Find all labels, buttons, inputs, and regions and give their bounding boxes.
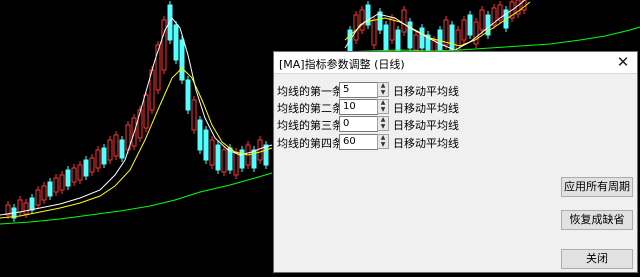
candle-body <box>71 167 77 183</box>
param-label: 均线的第一条 <box>277 85 343 98</box>
candle-body <box>257 139 263 161</box>
spin-down-icon[interactable]: ▼ <box>378 142 388 148</box>
candle-body <box>83 159 89 177</box>
param-unit: 日移动平均线 <box>393 85 459 98</box>
apply-all-periods-button[interactable]: 应用所有周期 <box>561 177 633 197</box>
candle-body <box>143 94 149 129</box>
param-label: 均线的第二条 <box>277 102 343 115</box>
candle-body <box>389 17 395 41</box>
candle-body <box>419 27 425 49</box>
ma-parameter-dialog: [MA]指标参数调整 (日线) ✕ 均线的第一条 5 ▲ ▼ 日移动平均线 均线… <box>273 51 638 273</box>
spin-down-icon[interactable]: ▼ <box>378 107 388 113</box>
candle-body <box>101 147 107 165</box>
candle-body <box>455 29 461 51</box>
candle-body <box>449 24 455 51</box>
candle-body <box>479 9 485 31</box>
candle-body <box>473 21 479 45</box>
ma4-spinner[interactable]: ▲ ▼ <box>377 134 389 149</box>
candle-body <box>233 151 239 176</box>
ma1-period-input[interactable]: 5 <box>339 82 378 98</box>
candle-body <box>167 4 173 41</box>
candle-body <box>17 199 23 213</box>
candle-body <box>461 19 467 41</box>
candle-body <box>179 39 185 81</box>
restore-default-button[interactable]: 恢复成缺省 <box>561 210 633 230</box>
ma5-line <box>0 17 273 216</box>
param-unit: 日移动平均线 <box>393 137 459 150</box>
ma60-line <box>0 172 273 225</box>
candle-body <box>95 149 101 169</box>
candle-body <box>203 129 209 161</box>
candle-body <box>173 24 179 61</box>
ma3-spinner[interactable]: ▲ ▼ <box>377 116 389 131</box>
candle-body <box>413 34 419 51</box>
candle-body <box>47 181 53 197</box>
candle-body <box>383 24 389 51</box>
param-unit: 日移动平均线 <box>393 119 459 132</box>
candle-body <box>467 14 473 36</box>
candle-body <box>35 189 41 206</box>
candle-body <box>161 19 167 71</box>
ma2-period-input[interactable]: 10 <box>339 99 378 115</box>
candle-body <box>185 79 191 111</box>
candle-body <box>215 144 221 171</box>
spin-down-icon[interactable]: ▼ <box>378 90 388 96</box>
param-label: 均线的第三条 <box>277 119 343 132</box>
candle-body <box>41 185 47 201</box>
ma2-spinner[interactable]: ▲ ▼ <box>377 99 389 114</box>
candle-body <box>113 134 119 157</box>
ma1-spinner[interactable]: ▲ ▼ <box>377 82 389 97</box>
candle-body <box>407 21 413 49</box>
candle-body <box>119 139 125 159</box>
candle-body <box>263 144 269 166</box>
ma4-period-input[interactable]: 60 <box>339 134 378 150</box>
close-button[interactable]: 关闭 <box>561 249 633 269</box>
candle-body <box>221 149 227 173</box>
dialog-title: [MA]指标参数调整 (日线) <box>279 58 405 71</box>
ma3-period-input[interactable]: 0 <box>339 116 378 132</box>
candle-body <box>353 14 359 41</box>
candle-body <box>239 149 245 169</box>
param-unit: 日移动平均线 <box>393 102 459 115</box>
candle-body <box>209 139 215 166</box>
close-icon[interactable]: ✕ <box>615 54 631 70</box>
dialog-titlebar: [MA]指标参数调整 (日线) ✕ <box>274 52 637 74</box>
candle-body <box>23 202 29 215</box>
candle-body <box>359 9 365 31</box>
candle-body <box>77 164 83 181</box>
candle-body <box>89 157 95 173</box>
candle-body <box>197 119 203 151</box>
candle-body <box>401 9 407 33</box>
candle-body <box>65 169 71 187</box>
candle-body <box>371 19 377 46</box>
candle-body <box>107 139 113 161</box>
candle-body <box>29 197 35 211</box>
spin-down-icon[interactable]: ▼ <box>378 124 388 130</box>
candle-body <box>443 19 449 46</box>
candle-body <box>191 99 197 131</box>
candle-body <box>59 174 65 191</box>
param-label: 均线的第四条 <box>277 137 343 150</box>
candle-body <box>53 177 59 193</box>
